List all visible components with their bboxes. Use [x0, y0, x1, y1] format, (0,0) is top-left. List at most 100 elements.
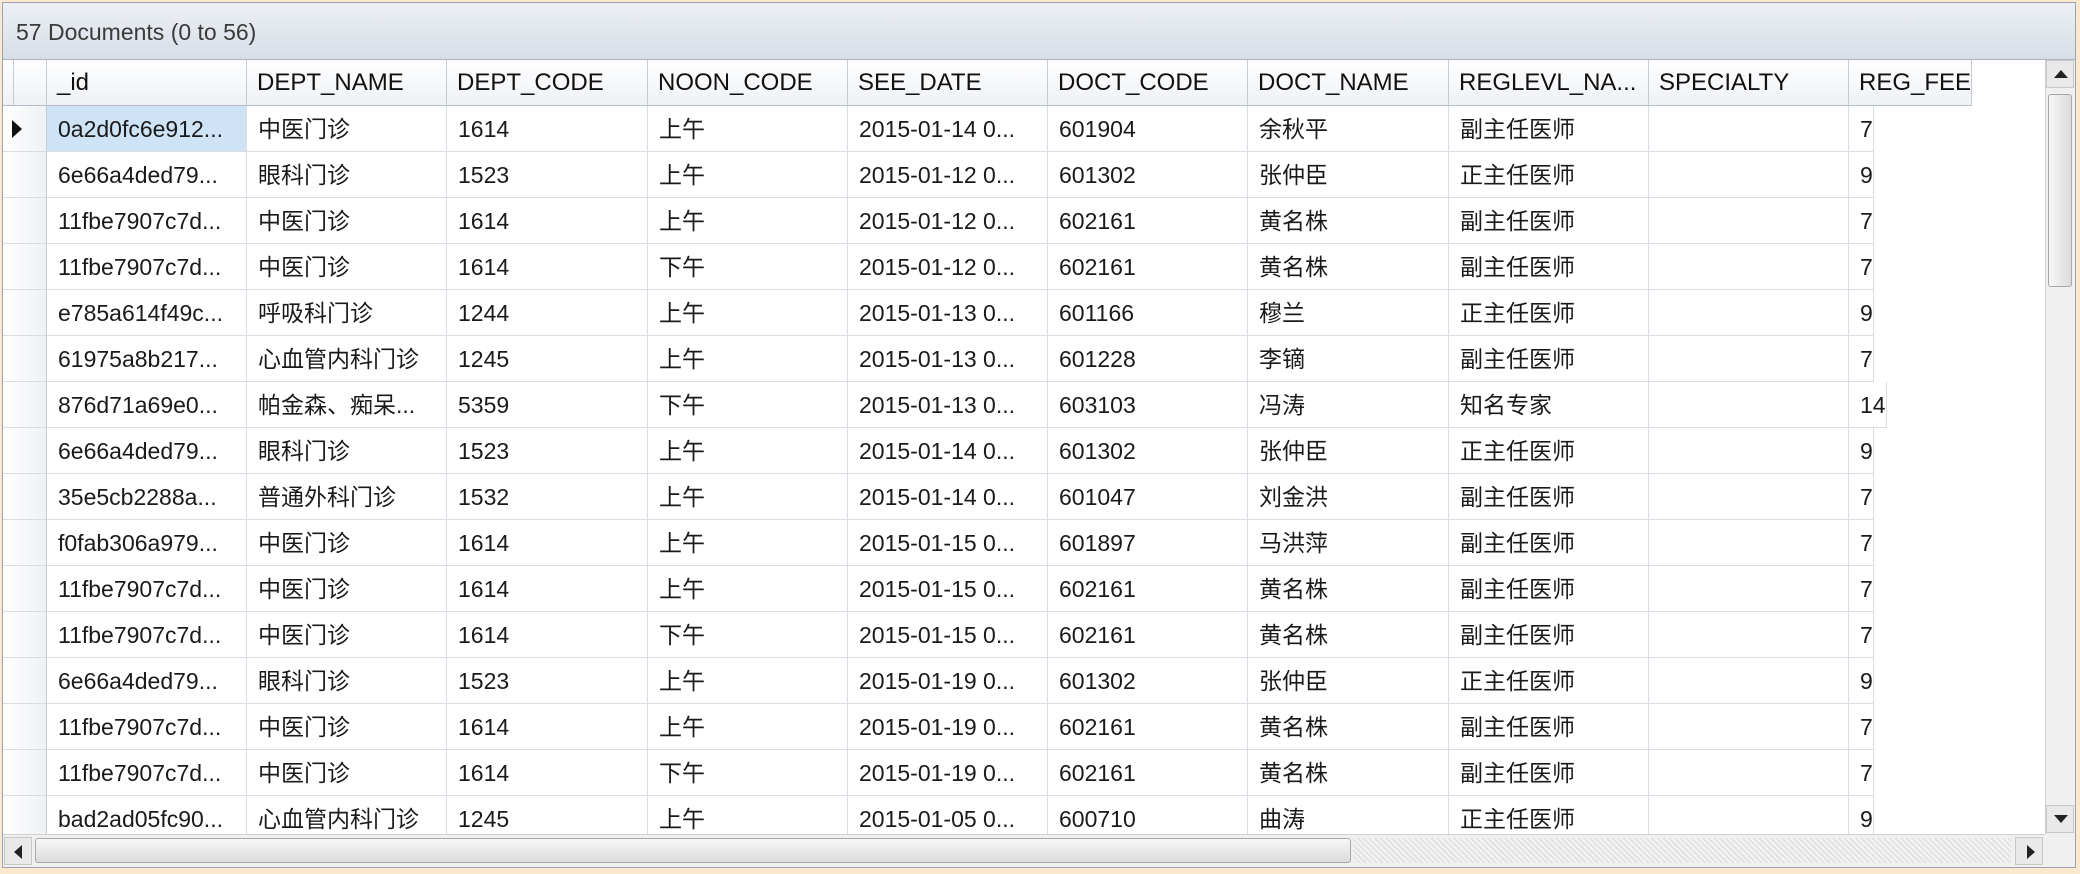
cell-dept-code[interactable]: 1245 — [447, 796, 648, 834]
scroll-down-button[interactable] — [2046, 805, 2074, 833]
cell-dept-name[interactable]: 眼科门诊 — [247, 428, 447, 474]
cell-specialty[interactable] — [1649, 520, 1849, 566]
cell-doct-name[interactable]: 黄名株 — [1248, 566, 1449, 612]
cell-dept-name[interactable]: 心血管内科门诊 — [247, 796, 447, 834]
cell-id[interactable]: 11fbe7907c7d... — [47, 750, 247, 796]
scroll-left-button[interactable] — [4, 837, 32, 865]
cell-doct-name[interactable]: 李镝 — [1248, 336, 1449, 382]
cell-noon-code[interactable]: 上午 — [648, 290, 848, 336]
cell-dept-name[interactable]: 呼吸科门诊 — [247, 290, 447, 336]
cell-dept-code[interactable]: 1614 — [447, 566, 648, 612]
cell-doct-name[interactable]: 黄名株 — [1248, 750, 1449, 796]
cell-dept-name[interactable]: 中医门诊 — [247, 750, 447, 796]
cell-noon-code[interactable]: 上午 — [648, 106, 848, 152]
cell-dept-name[interactable]: 中医门诊 — [247, 566, 447, 612]
cell-doct-name[interactable]: 冯涛 — [1248, 382, 1449, 428]
cell-noon-code[interactable]: 上午 — [648, 704, 848, 750]
cell-reg-fee[interactable]: 9 — [1849, 796, 1874, 834]
cell-reg-fee[interactable]: 9 — [1849, 152, 1874, 198]
cell-doct-code[interactable]: 601302 — [1048, 428, 1248, 474]
horizontal-scrollbar[interactable] — [3, 834, 2045, 867]
column-header-reglevl-na[interactable]: REGLEVL_NA... — [1449, 60, 1649, 106]
table-row[interactable]: 11fbe7907c7d... 中医门诊 1614 上午 2015-01-19 0...… — [3, 704, 2045, 750]
cell-specialty[interactable] — [1649, 658, 1849, 704]
cell-reglevl-na[interactable]: 副主任医师 — [1449, 612, 1649, 658]
cell-noon-code[interactable]: 上午 — [648, 796, 848, 834]
cell-reglevl-na[interactable]: 副主任医师 — [1449, 336, 1649, 382]
cell-id[interactable]: f0fab306a979... — [47, 520, 247, 566]
column-header-doct-name[interactable]: DOCT_NAME — [1248, 60, 1449, 106]
cell-specialty[interactable] — [1649, 290, 1849, 336]
cell-specialty[interactable] — [1649, 428, 1849, 474]
cell-see-date[interactable]: 2015-01-12 0... — [848, 152, 1048, 198]
cell-noon-code[interactable]: 上午 — [648, 520, 848, 566]
scroll-up-button[interactable] — [2046, 60, 2074, 88]
cell-doct-name[interactable]: 黄名株 — [1248, 612, 1449, 658]
cell-dept-code[interactable]: 1614 — [447, 750, 648, 796]
cell-reg-fee[interactable]: 7 — [1849, 474, 1874, 520]
cell-specialty[interactable] — [1649, 612, 1849, 658]
cell-dept-name[interactable]: 中医门诊 — [247, 244, 447, 290]
cell-id[interactable]: 11fbe7907c7d... — [47, 244, 247, 290]
cell-specialty[interactable] — [1649, 152, 1849, 198]
cell-see-date[interactable]: 2015-01-15 0... — [848, 520, 1048, 566]
cell-noon-code[interactable]: 上午 — [648, 658, 848, 704]
cell-dept-code[interactable]: 1523 — [447, 152, 648, 198]
cell-reglevl-na[interactable]: 正主任医师 — [1449, 152, 1649, 198]
table-row[interactable]: 35e5cb2288a... 普通外科门诊 1532 上午 2015-01-14 0..… — [3, 474, 2045, 520]
cell-noon-code[interactable]: 下午 — [648, 750, 848, 796]
cell-doct-code[interactable]: 602161 — [1048, 244, 1248, 290]
table-row[interactable]: 876d71a69e0... 帕金森、痴呆... 5359 下午 2015-01-13 … — [3, 382, 2045, 428]
cell-see-date[interactable]: 2015-01-15 0... — [848, 612, 1048, 658]
table-row[interactable]: 11fbe7907c7d... 中医门诊 1614 下午 2015-01-15 0...… — [3, 612, 2045, 658]
cell-noon-code[interactable]: 上午 — [648, 336, 848, 382]
cell-id[interactable]: 11fbe7907c7d... — [47, 704, 247, 750]
horizontal-scroll-track[interactable] — [1353, 838, 2011, 863]
cell-doct-code[interactable]: 601047 — [1048, 474, 1248, 520]
cell-doct-code[interactable]: 602161 — [1048, 704, 1248, 750]
cell-specialty[interactable] — [1649, 796, 1849, 834]
cell-id[interactable]: 11fbe7907c7d... — [47, 198, 247, 244]
cell-dept-code[interactable]: 1614 — [447, 704, 648, 750]
cell-doct-code[interactable]: 602161 — [1048, 750, 1248, 796]
table-row[interactable]: bad2ad05fc90... 心血管内科门诊 1245 上午 2015-01-05 0… — [3, 796, 2045, 834]
cell-see-date[interactable]: 2015-01-12 0... — [848, 244, 1048, 290]
table-row[interactable]: 11fbe7907c7d... 中医门诊 1614 下午 2015-01-12 0...… — [3, 244, 2045, 290]
cell-dept-name[interactable]: 中医门诊 — [247, 704, 447, 750]
table-row[interactable]: 6e66a4ded79... 眼科门诊 1523 上午 2015-01-14 0... 6… — [3, 428, 2045, 474]
cell-see-date[interactable]: 2015-01-19 0... — [848, 750, 1048, 796]
cell-noon-code[interactable]: 下午 — [648, 244, 848, 290]
table-row[interactable]: 11fbe7907c7d... 中医门诊 1614 上午 2015-01-12 0...… — [3, 198, 2045, 244]
cell-dept-name[interactable]: 心血管内科门诊 — [247, 336, 447, 382]
cell-reg-fee[interactable]: 7 — [1849, 244, 1874, 290]
cell-reglevl-na[interactable]: 副主任医师 — [1449, 198, 1649, 244]
cell-doct-name[interactable]: 穆兰 — [1248, 290, 1449, 336]
table-row[interactable]: f0fab306a979... 中医门诊 1614 上午 2015-01-15 0...… — [3, 520, 2045, 566]
cell-doct-code[interactable]: 601166 — [1048, 290, 1248, 336]
cell-dept-name[interactable]: 眼科门诊 — [247, 152, 447, 198]
cell-doct-name[interactable]: 张仲臣 — [1248, 152, 1449, 198]
cell-id[interactable]: 35e5cb2288a... — [47, 474, 247, 520]
cell-reg-fee[interactable]: 7 — [1849, 612, 1874, 658]
cell-see-date[interactable]: 2015-01-15 0... — [848, 566, 1048, 612]
cell-dept-name[interactable]: 中医门诊 — [247, 612, 447, 658]
column-header-reg-fee[interactable]: REG_FEE — [1849, 60, 1973, 106]
cell-specialty[interactable] — [1649, 244, 1849, 290]
cell-reglevl-na[interactable]: 副主任医师 — [1449, 566, 1649, 612]
column-header-dept-name[interactable]: DEPT_NAME — [247, 60, 447, 106]
cell-doct-code[interactable]: 600710 — [1048, 796, 1248, 834]
cell-noon-code[interactable]: 下午 — [648, 382, 848, 428]
cell-doct-name[interactable]: 刘金洪 — [1248, 474, 1449, 520]
cell-doct-code[interactable]: 601904 — [1048, 106, 1248, 152]
cell-dept-code[interactable]: 1523 — [447, 428, 648, 474]
cell-see-date[interactable]: 2015-01-13 0... — [848, 290, 1048, 336]
cell-see-date[interactable]: 2015-01-14 0... — [848, 428, 1048, 474]
cell-reg-fee[interactable]: 7 — [1849, 336, 1874, 382]
cell-specialty[interactable] — [1649, 566, 1849, 612]
cell-reglevl-na[interactable]: 副主任医师 — [1449, 520, 1649, 566]
cell-noon-code[interactable]: 下午 — [648, 612, 848, 658]
cell-reg-fee[interactable]: 9 — [1849, 428, 1874, 474]
cell-noon-code[interactable]: 上午 — [648, 428, 848, 474]
cell-see-date[interactable]: 2015-01-13 0... — [848, 382, 1048, 428]
table-row[interactable]: e785a614f49c... 呼吸科门诊 1244 上午 2015-01-13 0..… — [3, 290, 2045, 336]
